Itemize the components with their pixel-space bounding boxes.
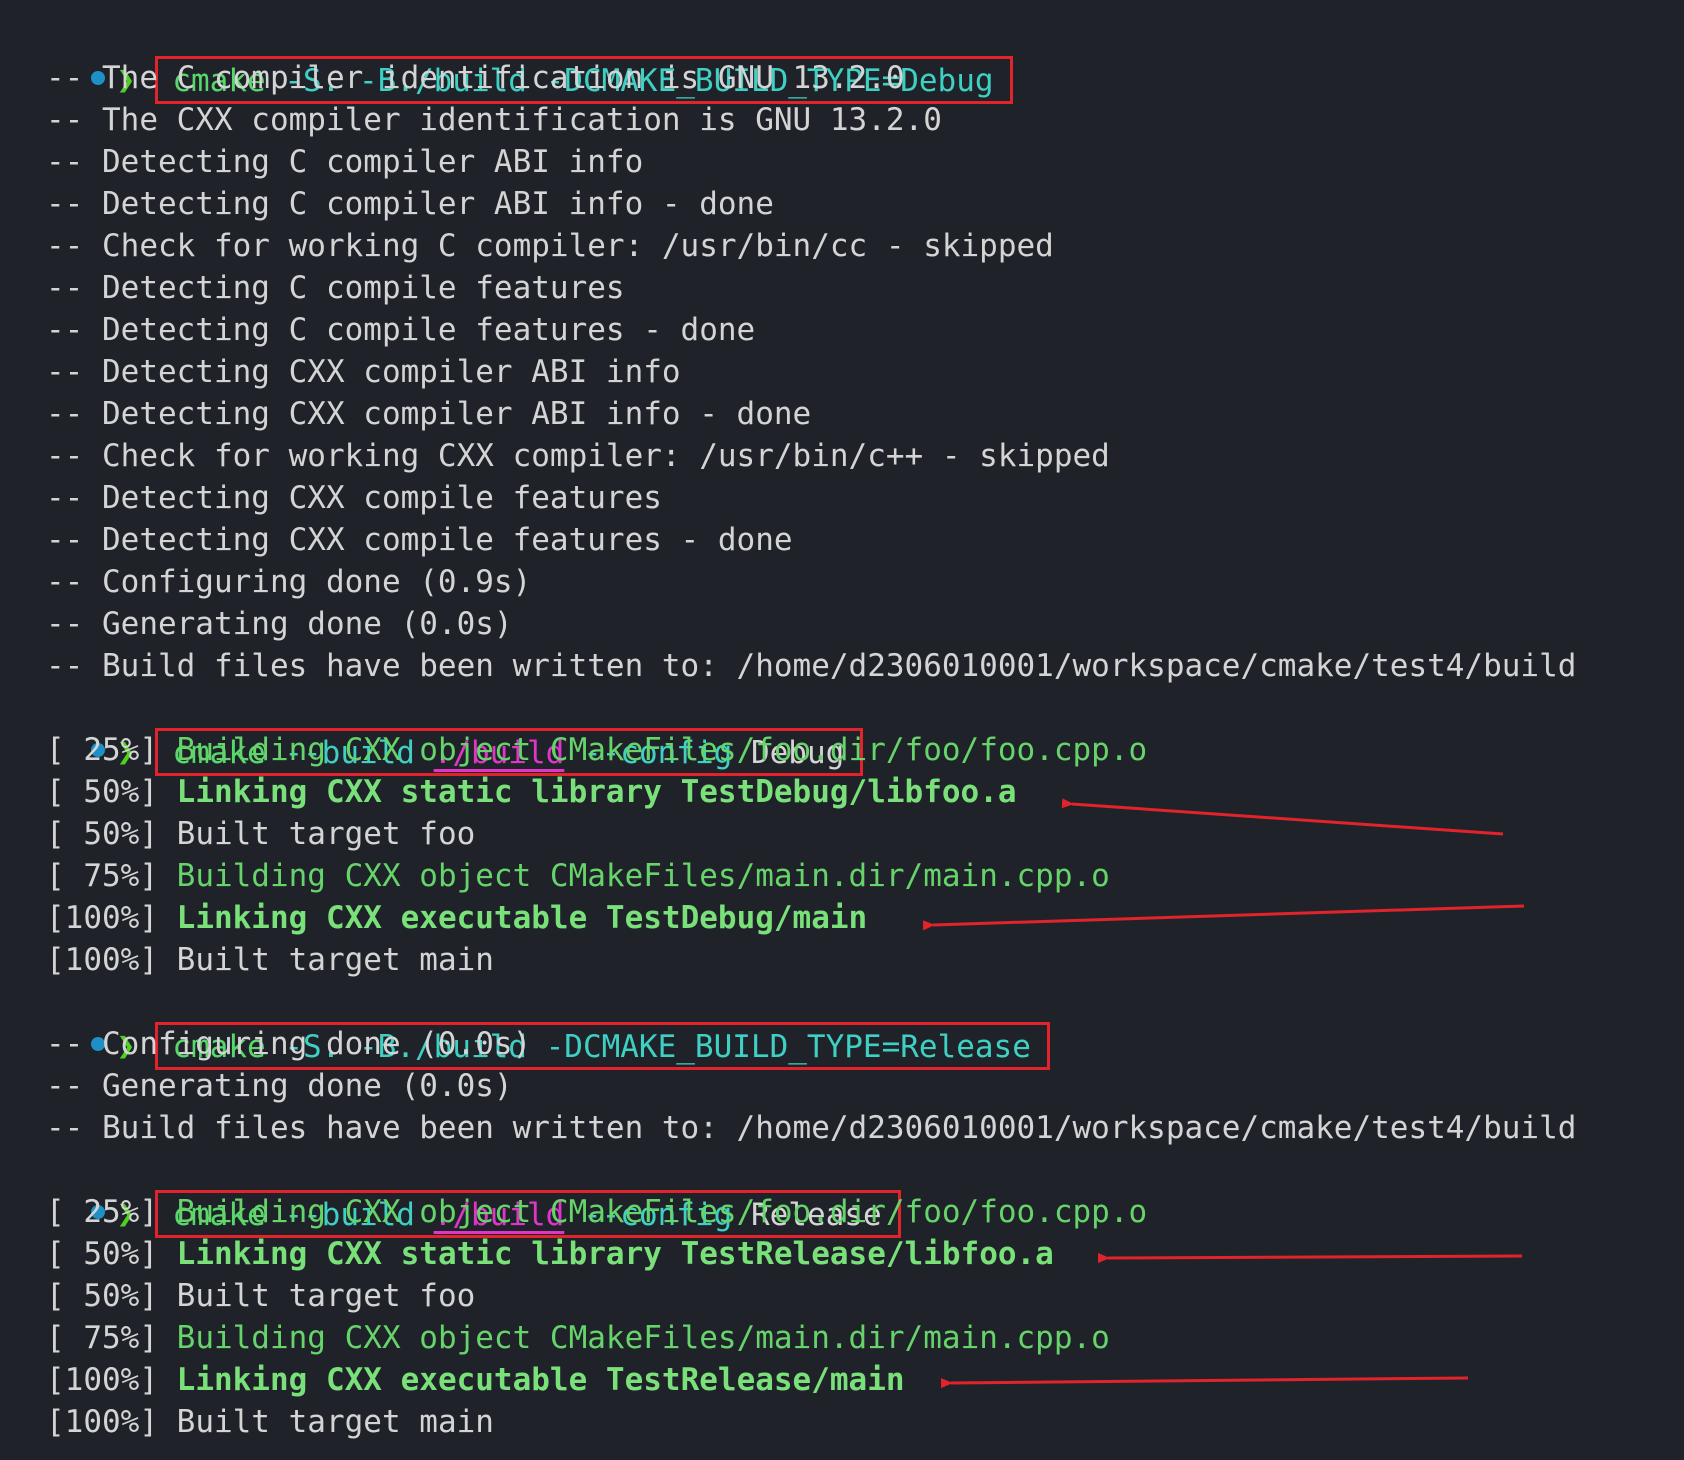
build-release-output: [ 25%] Building CXX object CMakeFiles/fo…	[0, 1191, 1684, 1443]
progress-percent: [ 75%]	[46, 858, 158, 894]
build-progress-line: [ 25%] Building CXX object CMakeFiles/fo…	[0, 1191, 1684, 1233]
progress-message: Linking CXX executable TestRelease/main	[176, 1362, 905, 1398]
progress-message: Linking CXX static library TestRelease/l…	[176, 1236, 1054, 1272]
build-progress-line: [100%] Built target main	[0, 939, 1684, 981]
progress-message: Building CXX object CMakeFiles/main.dir/…	[176, 1320, 1110, 1356]
log-line: -- Generating done (0.0s)	[46, 1068, 513, 1104]
prompt-line-build-debug: ❯ cmake --build ./build --config Debug	[0, 687, 1684, 776]
log-line: -- Detecting CXX compiler ABI info	[46, 354, 681, 390]
progress-message: Building CXX object CMakeFiles/foo.dir/f…	[176, 1194, 1148, 1230]
log-line: -- Check for working CXX compiler: /usr/…	[46, 438, 1110, 474]
progress-percent: [100%]	[46, 942, 158, 978]
log-line: -- Build files have been written to: /ho…	[46, 648, 1577, 684]
log-line: -- Configuring done (0.0s)	[46, 1026, 532, 1062]
log-line: -- Generating done (0.0s)	[46, 606, 513, 642]
terminal-output[interactable]: ❯ cmake -S. -B./build -DCMAKE_BUILD_TYPE=…	[0, 15, 1684, 1443]
progress-message: Built target foo	[176, 816, 476, 852]
log-line: -- Detecting CXX compiler ABI info - don…	[46, 396, 812, 432]
progress-message: Built target main	[176, 1404, 494, 1440]
build-progress-line: [ 50%] Linking CXX static library TestRe…	[0, 1233, 1684, 1275]
configure-release-output: -- Configuring done (0.0s) -- Generating …	[0, 1023, 1684, 1149]
progress-percent: [ 25%]	[46, 1194, 158, 1230]
log-line: -- The C compiler identification is GNU …	[46, 60, 905, 96]
build-progress-line: [ 25%] Building CXX object CMakeFiles/fo…	[0, 729, 1684, 771]
progress-percent: [100%]	[46, 1362, 158, 1398]
log-line: -- Detecting CXX compile features	[46, 480, 662, 516]
log-line: -- Detecting C compile features	[46, 270, 625, 306]
prompt-line-build-release: ❯ cmake --build ./build --config Release	[0, 1149, 1684, 1238]
build-progress-line: [ 50%] Built target foo	[0, 813, 1684, 855]
log-line: -- The CXX compiler identification is GN…	[46, 102, 942, 138]
build-progress-line: [ 75%] Building CXX object CMakeFiles/ma…	[0, 1317, 1684, 1359]
progress-percent: [100%]	[46, 1404, 158, 1440]
log-line: -- Detecting C compile features - done	[46, 312, 756, 348]
progress-percent: [ 50%]	[46, 1278, 158, 1314]
progress-percent: [ 75%]	[46, 1320, 158, 1356]
build-progress-line: [100%] Linking CXX executable TestReleas…	[0, 1359, 1684, 1401]
progress-percent: [100%]	[46, 900, 158, 936]
build-progress-line: [ 50%] Linking CXX static library TestDe…	[0, 771, 1684, 813]
progress-message: Linking CXX executable TestDebug/main	[176, 900, 868, 936]
log-line: -- Configuring done (0.9s)	[46, 564, 532, 600]
progress-message: Building CXX object CMakeFiles/foo.dir/f…	[176, 732, 1148, 768]
progress-message: Built target foo	[176, 1278, 476, 1314]
progress-percent: [ 50%]	[46, 774, 158, 810]
build-progress-line: [100%] Linking CXX executable TestDebug/…	[0, 897, 1684, 939]
log-line: -- Detecting CXX compile features - done	[46, 522, 793, 558]
log-line: -- Detecting C compiler ABI info - done	[46, 186, 774, 222]
progress-message: Building CXX object CMakeFiles/main.dir/…	[176, 858, 1110, 894]
prompt-line-configure-debug: ❯ cmake -S. -B./build -DCMAKE_BUILD_TYPE=…	[0, 15, 1684, 104]
build-progress-line: [100%] Built target main	[0, 1401, 1684, 1443]
progress-percent: [ 50%]	[46, 1236, 158, 1272]
log-line: -- Detecting C compiler ABI info	[46, 144, 644, 180]
progress-message: Linking CXX static library TestDebug/lib…	[176, 774, 1017, 810]
configure-debug-output: -- The C compiler identification is GNU …	[0, 57, 1684, 687]
log-line: -- Check for working C compiler: /usr/bi…	[46, 228, 1054, 264]
prompt-line-configure-release: ❯ cmake -S. -B./build -DCMAKE_BUILD_TYPE=…	[0, 981, 1684, 1070]
build-progress-line: [ 50%] Built target foo	[0, 1275, 1684, 1317]
log-line: -- Build files have been written to: /ho…	[46, 1110, 1577, 1146]
progress-message: Built target main	[176, 942, 494, 978]
build-progress-line: [ 75%] Building CXX object CMakeFiles/ma…	[0, 855, 1684, 897]
progress-percent: [ 25%]	[46, 732, 158, 768]
progress-percent: [ 50%]	[46, 816, 158, 852]
build-debug-output: [ 25%] Building CXX object CMakeFiles/fo…	[0, 729, 1684, 981]
